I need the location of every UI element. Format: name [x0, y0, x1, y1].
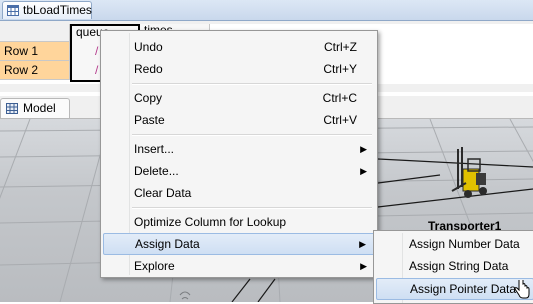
tab-tbloadtimes[interactable]: tbLoadTimes — [2, 1, 92, 19]
submenu-arrow-icon: ▶ — [359, 239, 366, 249]
menu-item-copy[interactable]: Copy Ctrl+C — [103, 87, 375, 109]
row-header-label: Row 1 — [4, 44, 39, 58]
menu-item-label: Insert... — [134, 142, 175, 156]
tab-label: tbLoadTimes — [23, 3, 92, 17]
menu-item-optimize-column[interactable]: Optimize Column for Lookup — [103, 211, 375, 233]
menu-item-label: Assign Number Data — [409, 237, 520, 251]
menu-item-label: Optimize Column for Lookup — [134, 215, 287, 229]
menu-item-shortcut: Ctrl+V — [323, 113, 357, 127]
menu-item-paste[interactable]: Paste Ctrl+V — [103, 109, 375, 131]
menu-item-insert[interactable]: Insert... ▶ — [103, 138, 375, 160]
menu-item-label: Assign Pointer Data — [410, 282, 517, 296]
menu-item-assign-string-data[interactable]: Assign String Data — [376, 255, 533, 277]
menu-item-assign-pointer-data[interactable]: Assign Pointer Data — [376, 278, 533, 300]
hand-cursor-icon — [514, 280, 530, 299]
menu-item-assign-number-data[interactable]: Assign Number Data — [376, 233, 533, 255]
row-header-label: Row 2 — [4, 63, 39, 77]
row-header-2[interactable]: Row 2 — [0, 61, 70, 80]
menu-item-label: Clear Data — [134, 186, 192, 200]
submenu-arrow-icon: ▶ — [360, 261, 367, 271]
menu-item-delete[interactable]: Delete... ▶ — [103, 160, 375, 182]
submenu-arrow-icon: ▶ — [360, 144, 367, 154]
menu-separator — [132, 83, 372, 85]
menu-item-redo[interactable]: Redo Ctrl+Y — [103, 58, 375, 80]
assign-data-submenu: Assign Number Data Assign String Data As… — [373, 230, 533, 304]
menu-item-explore[interactable]: Explore ▶ — [103, 255, 375, 277]
menu-separator — [132, 134, 372, 136]
row-header-1[interactable]: Row 1 — [0, 42, 70, 61]
tab-model[interactable]: Model — [0, 98, 70, 118]
menu-item-shortcut: Ctrl+Y — [323, 62, 357, 76]
rotate-icon — [179, 291, 191, 300]
table-tabstrip: tbLoadTimes — [0, 0, 533, 21]
cell-value: / — [95, 44, 99, 58]
tab-label: Model — [23, 101, 56, 115]
table-cell[interactable]: / — [90, 42, 100, 61]
table-corner[interactable] — [0, 24, 70, 42]
menu-item-label: Paste — [134, 113, 165, 127]
menu-item-shortcut: Ctrl+Z — [324, 40, 357, 54]
cell-value: / — [95, 63, 99, 77]
context-menu: Undo Ctrl+Z Redo Ctrl+Y Copy Ctrl+C Past… — [100, 30, 378, 278]
menu-item-label: Undo — [134, 40, 163, 54]
menu-item-label: Explore — [134, 259, 175, 273]
table-cell[interactable]: / — [90, 61, 100, 80]
menu-separator — [132, 207, 372, 209]
menu-item-clear-data[interactable]: Clear Data — [103, 182, 375, 204]
menu-item-label: Copy — [134, 91, 163, 105]
menu-item-undo[interactable]: Undo Ctrl+Z — [103, 36, 375, 58]
menu-item-label: Delete... — [134, 164, 179, 178]
menu-item-assign-data[interactable]: Assign Data ▶ — [103, 233, 375, 255]
menu-item-label: Redo — [134, 62, 163, 76]
menu-item-label: Assign Data — [135, 237, 200, 251]
submenu-arrow-icon: ▶ — [360, 166, 367, 176]
grid-icon — [6, 103, 18, 114]
table-icon — [7, 5, 19, 16]
menu-item-shortcut: Ctrl+C — [322, 91, 357, 105]
menu-item-label: Assign String Data — [409, 259, 509, 273]
